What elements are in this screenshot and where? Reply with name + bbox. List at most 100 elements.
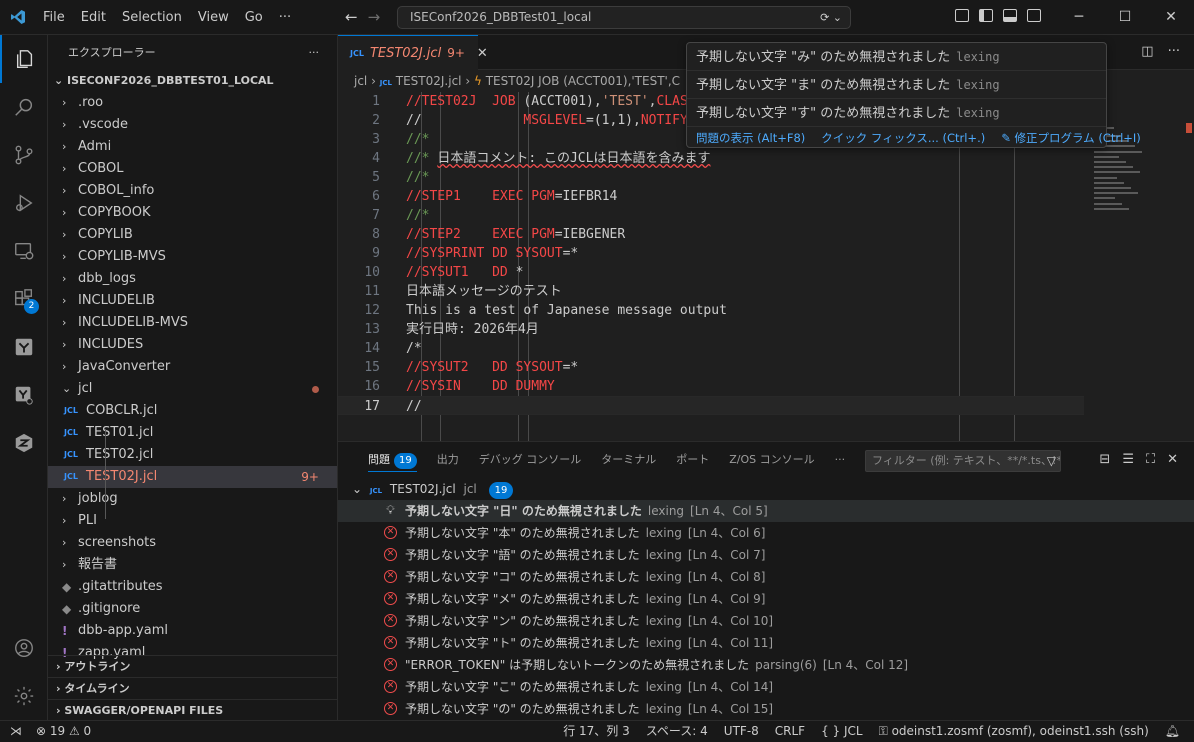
breadcrumb-folder[interactable]: jcl bbox=[354, 74, 367, 88]
view-problem-link[interactable]: 問題の表示 (Alt+F8) bbox=[696, 127, 805, 149]
panel-more-tabs[interactable]: ··· bbox=[825, 442, 856, 478]
code-line[interactable]: 16 //SYSIN DD DUMMY bbox=[338, 377, 1194, 396]
breadcrumb-file[interactable]: TEST02J.jcl bbox=[396, 74, 462, 88]
close-panel-icon[interactable]: ✕ bbox=[1167, 452, 1178, 467]
close-window-icon[interactable]: ✕ bbox=[1148, 0, 1194, 35]
tree-item[interactable]: › INCLUDELIB-MVS bbox=[48, 312, 337, 334]
toggle-secondary-sidebar-icon[interactable] bbox=[1027, 9, 1041, 22]
settings-gear-icon[interactable] bbox=[0, 672, 48, 720]
tab-zos-console[interactable]: Z/OS コンソール bbox=[719, 442, 824, 478]
swagger-section[interactable]: › SWAGGER/OPENAPI FILES bbox=[48, 699, 338, 721]
menu-file[interactable]: File bbox=[35, 10, 73, 25]
notifications-bell-icon[interactable]: 🔔︎ bbox=[1165, 721, 1180, 742]
tab-output[interactable]: 出力 bbox=[427, 442, 469, 478]
tree-item[interactable]: ! dbb-app.yaml bbox=[48, 620, 337, 642]
tree-item[interactable]: ◆ .gitattributes bbox=[48, 576, 337, 598]
tree-item[interactable]: › dbb_logs bbox=[48, 268, 337, 290]
code-line[interactable]: 14 /* bbox=[338, 339, 1194, 358]
code-line[interactable]: 11 日本語メッセージのテスト bbox=[338, 282, 1194, 301]
tree-item[interactable]: › INCLUDES bbox=[48, 334, 337, 356]
menu-edit[interactable]: Edit bbox=[73, 10, 114, 25]
code-line[interactable]: 17 // bbox=[338, 396, 1084, 415]
remote-explorer-icon[interactable] bbox=[0, 227, 48, 275]
problems-filter-input[interactable]: フィルター (例: テキスト、**/*.ts、!*... ▽ bbox=[865, 450, 1061, 472]
filter-icon[interactable]: ▽ bbox=[1047, 451, 1056, 471]
tab-terminal[interactable]: ターミナル bbox=[591, 442, 666, 478]
tree-item[interactable]: › COBOL_info bbox=[48, 180, 337, 202]
extensions-icon[interactable]: 2 bbox=[0, 275, 48, 323]
zowe-alt-icon[interactable] bbox=[0, 371, 48, 419]
tree-item[interactable]: › INCLUDELIB bbox=[48, 290, 337, 312]
forward-arrow-icon[interactable]: → bbox=[368, 8, 381, 26]
maximize-icon[interactable]: ☐ bbox=[1102, 0, 1148, 35]
zowe-connection[interactable]: ⚿ odeinst1.zosmf (zosmf), odeinst1.ssh (… bbox=[879, 721, 1149, 742]
quick-fix-link[interactable]: クイック フィックス... (Ctrl+.) bbox=[821, 127, 985, 149]
menu-selection[interactable]: Selection bbox=[114, 10, 190, 25]
tree-item[interactable]: › COPYBOOK bbox=[48, 202, 337, 224]
view-as-list-icon[interactable]: ☰ bbox=[1122, 452, 1134, 467]
tree-item[interactable]: JCL COBCLR.jcl bbox=[48, 400, 337, 422]
problem-row[interactable]: ✕ 予期しない文字 "ン" のため無視されました lexing [Ln 4、Col 1… bbox=[338, 610, 1194, 632]
toggle-primary-sidebar-icon[interactable] bbox=[979, 9, 993, 22]
code-line[interactable]: 7 //* bbox=[338, 206, 1194, 225]
problem-row[interactable]: ✕ 予期しない文字 "本" のため無視されました lexing [Ln 4、Col 6… bbox=[338, 522, 1194, 544]
menu-go[interactable]: Go bbox=[237, 10, 271, 25]
tree-item[interactable]: › screenshots bbox=[48, 532, 337, 554]
problems-status[interactable]: ⊗ 19 ⚠ 0 bbox=[36, 721, 91, 742]
explorer-more-icon[interactable]: ··· bbox=[309, 35, 320, 70]
remote-indicator-icon[interactable]: ⋊ bbox=[10, 721, 22, 742]
code-line[interactable]: 4 //* 日本語コメント: このJCLは日本語を含みます bbox=[338, 149, 1194, 168]
tree-item[interactable]: › 報告書 bbox=[48, 554, 337, 576]
menu-more[interactable]: ··· bbox=[271, 10, 299, 25]
fix-program-link[interactable]: ✎ 修正プログラム (Ctrl+I) bbox=[1001, 127, 1141, 149]
problem-row[interactable]: ✕ 予期しない文字 "メ" のため無視されました lexing [Ln 4、Col 9… bbox=[338, 588, 1194, 610]
code-line[interactable]: 15 //SYSUT2 DD SYSOUT=* bbox=[338, 358, 1194, 377]
minimize-icon[interactable]: ─ bbox=[1056, 0, 1102, 35]
problems-file-group[interactable]: ⌄ JCL TEST02J.jcl jcl 19 bbox=[338, 478, 1194, 500]
indentation[interactable]: スペース: 4 bbox=[646, 721, 708, 742]
code-line[interactable]: 5 //* bbox=[338, 168, 1194, 187]
zowe-explorer-icon[interactable] bbox=[0, 323, 48, 371]
encoding[interactable]: UTF-8 bbox=[724, 721, 759, 742]
problem-row[interactable]: ✕ 予期しない文字 "こ" のため無視されました lexing [Ln 4、Col 1… bbox=[338, 676, 1194, 698]
tree-item[interactable]: › PLI bbox=[48, 510, 337, 532]
tab-ports[interactable]: ポート bbox=[666, 442, 719, 478]
code-line[interactable]: 13 実行日時: 2026年4月 bbox=[338, 320, 1194, 339]
code-line[interactable]: 6 //STEP1 EXEC PGM=IEFBR14 bbox=[338, 187, 1194, 206]
tree-item[interactable]: ⌄ jcl bbox=[48, 378, 337, 400]
problem-row[interactable]: ✕ 予期しない文字 "語" のため無視されました lexing [Ln 4、Col 7… bbox=[338, 544, 1194, 566]
tab-problems[interactable]: 問題 19 bbox=[358, 442, 427, 478]
command-center-search[interactable]: ISEConf2026_DBBTest01_local ⟳ ⌄ bbox=[397, 6, 851, 29]
lightbulb-icon[interactable]: 💡︎ bbox=[384, 504, 397, 517]
workspace-root[interactable]: ⌄ ISECONF2026_DBBTEST01_LOCAL bbox=[48, 70, 337, 92]
split-editor-icon[interactable]: ◫ bbox=[1141, 44, 1153, 59]
tab-test02j-jcl[interactable]: JCL TEST02J.jcl 9+ ✕ bbox=[338, 35, 488, 70]
problem-row[interactable]: 💡︎ 予期しない文字 "日" のため無視されました lexing [Ln 4、Col … bbox=[338, 500, 1194, 522]
cursor-position[interactable]: 行 17、列 3 bbox=[563, 721, 630, 742]
problem-row[interactable]: ✕ 予期しない文字 "ト" のため無視されました lexing [Ln 4、Col 1… bbox=[338, 632, 1194, 654]
copilot-chat-icon[interactable]: ⟳ ⌄ bbox=[820, 7, 842, 28]
tree-item[interactable]: › COPYLIB-MVS bbox=[48, 246, 337, 268]
code-line[interactable]: 12 This is a test of Japanese message out… bbox=[338, 301, 1194, 320]
tree-item[interactable]: JCL TEST02.jcl bbox=[48, 444, 337, 466]
tree-item[interactable]: › COBOL bbox=[48, 158, 337, 180]
run-debug-icon[interactable] bbox=[0, 179, 48, 227]
code-line[interactable]: 10 //SYSUT1 DD * bbox=[338, 263, 1194, 282]
tree-item[interactable]: JCL TEST01.jcl bbox=[48, 422, 337, 444]
toggle-panel-icon[interactable] bbox=[1003, 9, 1017, 22]
code-line[interactable]: 8 //STEP2 EXEC PGM=IEBGENER bbox=[338, 225, 1194, 244]
source-control-icon[interactable] bbox=[0, 131, 48, 179]
tree-item[interactable]: JCL TEST02J.jcl 9+ bbox=[48, 466, 337, 488]
close-tab-icon[interactable]: ✕ bbox=[477, 46, 488, 61]
tree-item[interactable]: › .vscode bbox=[48, 114, 337, 136]
problem-row[interactable]: ✕ 予期しない文字 "の" のため無視されました lexing [Ln 4、Col 1… bbox=[338, 698, 1194, 720]
language-mode[interactable]: { } JCL bbox=[821, 721, 863, 742]
end-of-line[interactable]: CRLF bbox=[775, 721, 805, 742]
editor-more-icon[interactable]: ··· bbox=[1168, 44, 1180, 59]
collapse-all-icon[interactable]: ⊟ bbox=[1099, 452, 1110, 467]
tab-debug-console[interactable]: デバッグ コンソール bbox=[469, 442, 592, 478]
tree-item[interactable]: › JavaConverter bbox=[48, 356, 337, 378]
menu-view[interactable]: View bbox=[190, 10, 237, 25]
tree-item[interactable]: › joblog bbox=[48, 488, 337, 510]
timeline-section[interactable]: › タイムライン bbox=[48, 677, 338, 699]
